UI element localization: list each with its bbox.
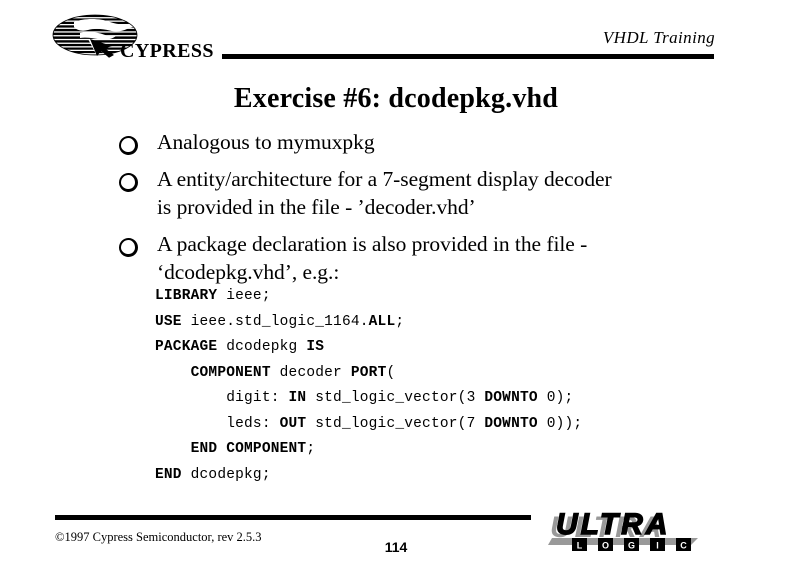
footer-divider	[55, 515, 531, 520]
bullet-line: Analogous to mymuxpkg	[157, 130, 375, 154]
slide-canvas: CYPRESS VHDL Training Exercise #6: dcode…	[0, 0, 792, 562]
svg-text:L: L	[577, 541, 583, 551]
code-token: decoder	[270, 364, 351, 381]
code-token: 0));	[537, 415, 583, 432]
code-keyword: IS	[306, 339, 325, 355]
code-line: END COMPONENT;	[155, 437, 582, 463]
code-token: std_logic_vector(3	[306, 390, 485, 406]
code-line: END dcodepkg;	[155, 463, 582, 489]
svg-text:C: C	[680, 541, 687, 551]
code-token: ;	[306, 441, 316, 457]
code-keyword: PACKAGE	[155, 339, 218, 355]
code-token: dcodepkg;	[181, 466, 271, 483]
code-token: dcodepkg	[217, 339, 307, 355]
code-keyword: PORT	[350, 364, 387, 381]
bullet-text: A entity/architecture for a 7-segment di…	[157, 165, 612, 221]
code-line: LIBRARY ieee;	[155, 284, 582, 310]
code-keyword: ALL	[368, 313, 396, 330]
code-line: PACKAGE dcodepkg IS	[155, 335, 582, 361]
svg-text:G: G	[628, 541, 635, 551]
bullet-list: Analogous to mymuxpkg A entity/architectu…	[118, 128, 718, 295]
hollow-circle-bullet-icon	[118, 237, 138, 257]
bullet-line: is provided in the file - ’decoder.vhd’	[157, 195, 476, 219]
bullet-item: A package declaration is also provided i…	[118, 230, 718, 286]
code-token: digit:	[155, 390, 289, 406]
bullet-item: A entity/architecture for a 7-segment di…	[118, 165, 718, 221]
bullet-text: A package declaration is also provided i…	[157, 230, 587, 286]
code-keyword: DOWNTO	[484, 390, 538, 406]
bullet-text: Analogous to mymuxpkg	[157, 128, 375, 156]
code-keyword: USE	[155, 313, 182, 330]
code-keyword: IN	[288, 390, 307, 406]
code-keyword: OUT	[279, 415, 307, 432]
code-keyword: LIBRARY	[155, 288, 218, 304]
code-token: ieee.std_logic_1164.	[181, 313, 369, 330]
code-keyword: DOWNTO	[484, 415, 538, 432]
code-token: 0);	[537, 390, 574, 406]
bullet-line: A entity/architecture for a 7-segment di…	[157, 167, 612, 191]
code-line: USE ieee.std_logic_1164.ALL;	[155, 310, 582, 336]
svg-text:O: O	[602, 541, 609, 551]
header-divider	[222, 54, 714, 59]
ultra-logic-logo: ULTRA ULTRA L O G I C	[548, 508, 734, 554]
code-token: leds:	[155, 415, 280, 432]
code-line: COMPONENT decoder PORT(	[155, 361, 582, 387]
code-token: ;	[395, 313, 405, 330]
bullet-line: A package declaration is also provided i…	[157, 232, 588, 256]
bullet-line: ‘dcodepkg.vhd’, e.g.:	[157, 260, 340, 284]
cypress-wordmark: CYPRESS	[120, 40, 214, 62]
code-token: ieee;	[217, 288, 271, 304]
course-title: VHDL Training	[602, 28, 715, 47]
bullet-item: Analogous to mymuxpkg	[118, 128, 718, 156]
svg-text:I: I	[656, 541, 659, 551]
code-line: digit: IN std_logic_vector(3 DOWNTO 0);	[155, 386, 582, 412]
code-line: leds: OUT std_logic_vector(7 DOWNTO 0));	[155, 412, 582, 438]
hollow-circle-bullet-icon	[118, 135, 138, 155]
code-keyword: COMPONENT	[190, 364, 271, 381]
code-listing: LIBRARY ieee; USE ieee.std_logic_1164.ALL…	[155, 284, 582, 488]
code-token: (	[386, 364, 396, 381]
code-keyword: END	[155, 466, 182, 483]
code-token: std_logic_vector(7	[306, 415, 485, 432]
hollow-circle-bullet-icon	[118, 172, 138, 192]
page-title: Exercise #6: dcodepkg.vhd	[233, 83, 559, 114]
ultra-text: ULTRA	[556, 508, 670, 541]
cypress-logo: CYPRESS	[50, 14, 230, 62]
code-keyword: END COMPONENT	[190, 441, 307, 457]
